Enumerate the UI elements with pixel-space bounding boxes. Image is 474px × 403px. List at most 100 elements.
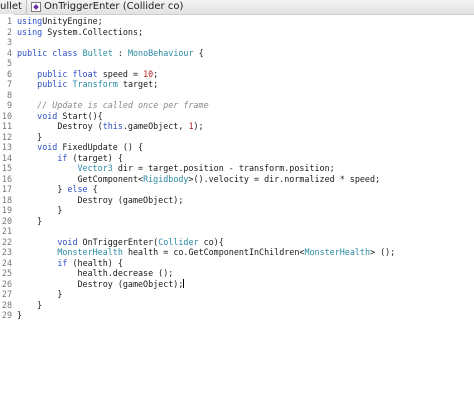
code-line[interactable]: 14 if (target) { (0, 153, 474, 164)
code-token: 10 (143, 68, 154, 79)
breadcrumb-file[interactable]: ullet (0, 1, 22, 12)
code-text: GetComponent<Rigidbody>().velocity = dir… (17, 173, 381, 185)
code-token: > (); (370, 247, 396, 257)
code-line[interactable]: 4 public class Bullet : MonoBehaviour { (0, 48, 474, 59)
code-line[interactable]: 29} (0, 310, 474, 321)
code-token: Collider (158, 236, 199, 247)
code-line[interactable]: 19 } (0, 205, 474, 216)
code-text: // Update is called once per frame (17, 100, 209, 111)
code-line[interactable]: 7 public Transform target; (0, 79, 474, 90)
code-text: void Start(){ (17, 111, 103, 122)
code-text: } (17, 289, 62, 300)
code-line[interactable]: 3 (0, 37, 474, 48)
code-token: { (87, 184, 98, 194)
code-token: public float (37, 68, 98, 79)
code-line[interactable]: 18 Destroy (gameObject); (0, 195, 474, 206)
code-text: public float speed = 10; (17, 69, 158, 80)
code-line[interactable]: 11 Destroy (this.gameObject, 1); (0, 121, 474, 132)
line-number: 10 (1, 110, 12, 121)
code-token: health.decrease (); (17, 268, 174, 278)
code-token: } (17, 131, 43, 142)
line-number: 18 (1, 194, 12, 205)
code-line[interactable]: 20 } (0, 216, 474, 227)
code-token: } (17, 205, 63, 215)
code-text: if (target) { (17, 153, 123, 164)
code-line[interactable]: 16 GetComponent<Rigidbody>().velocity = … (0, 174, 474, 185)
code-token: GetComponent< (17, 173, 144, 184)
code-text: void OnTriggerEnter(Collider co){ (17, 236, 223, 248)
code-line[interactable]: 27 } (0, 289, 474, 300)
code-line[interactable]: 10 void Start(){ (0, 111, 474, 122)
line-number: 5 (6, 58, 12, 68)
code-text: health.decrease (); (17, 268, 174, 279)
line-number: 26 (1, 278, 12, 289)
code-token: if (57, 257, 68, 268)
code-token: MonoBehaviour (127, 47, 194, 58)
line-number: 21 (1, 226, 12, 236)
code-line[interactable]: 5 (0, 58, 474, 69)
code-text: } else { (17, 184, 98, 195)
code-line[interactable]: 15 Vector3 dir = target.position - trans… (0, 163, 474, 174)
line-number: 25 (1, 268, 12, 278)
line-number: 13 (1, 142, 12, 152)
code-text: if (health) { (17, 258, 123, 269)
code-line[interactable]: 23 MonsterHealth health = co.GetComponen… (0, 247, 474, 258)
line-number: 28 (1, 299, 12, 310)
text-caret (183, 278, 185, 288)
code-text: } (17, 205, 62, 216)
code-token: Rigidbody (143, 173, 189, 184)
code-text: } (17, 300, 42, 311)
code-token: Transform (72, 79, 118, 89)
code-token: using (17, 26, 43, 37)
code-token: System.Collections; (42, 26, 144, 37)
code-token: OnTriggerEnter( (77, 236, 159, 247)
code-line[interactable]: 12 } (0, 132, 474, 143)
code-text: } (17, 216, 42, 227)
line-number: 3 (6, 37, 12, 47)
code-text: Destroy (this.gameObject, 1); (17, 121, 204, 132)
code-line[interactable]: 17 } else { (0, 184, 474, 195)
code-line[interactable]: 22 void OnTriggerEnter(Collider co){ (0, 237, 474, 248)
code-token: // Update is called once per frame (37, 100, 209, 110)
code-token: public class (17, 47, 78, 58)
code-token: FixedUpdate () { (57, 142, 144, 152)
line-number: 2 (6, 26, 12, 37)
code-token: .gameObject, (122, 121, 189, 131)
code-line[interactable]: 28 } (0, 300, 474, 311)
code-text: Destroy (gameObject); (17, 278, 185, 290)
breadcrumb-separator (26, 0, 27, 14)
line-number: 12 (1, 131, 12, 142)
line-number: 4 (6, 47, 12, 58)
code-line[interactable]: 1 usingUnityEngine; (0, 16, 474, 27)
code-line[interactable]: 6 public float speed = 10; (0, 69, 474, 80)
code-line[interactable]: 26 Destroy (gameObject); (0, 278, 474, 290)
code-token: MonsterHealth (57, 247, 123, 257)
code-text: void FixedUpdate () { (17, 142, 143, 153)
code-line[interactable]: 24 if (health) { (0, 258, 474, 269)
code-token: if (57, 152, 68, 163)
code-line[interactable]: 21 (0, 226, 474, 237)
code-text: } (17, 310, 22, 321)
line-number: 17 (1, 184, 12, 194)
breadcrumb-method[interactable]: OnTriggerEnter (Collider co) (44, 1, 183, 12)
code-token: health = co.GetComponentInChildren< (122, 247, 305, 257)
code-line[interactable]: 2 using System.Collections; (0, 27, 474, 38)
code-line[interactable]: 25 health.decrease (); (0, 268, 474, 279)
code-line[interactable]: 9 // Update is called once per frame (0, 100, 474, 111)
line-number: 19 (1, 205, 12, 215)
code-editor[interactable]: 1 usingUnityEngine; 2 using System.Collecti… (0, 14, 474, 403)
code-line[interactable]: 8 (0, 90, 474, 101)
code-token: (health) { (67, 257, 123, 268)
code-text: MonsterHealth health = co.GetComponentIn… (17, 247, 395, 258)
code-text: Vector3 dir = target.position - transfor… (17, 163, 335, 174)
code-text: Destroy (gameObject); (17, 195, 184, 206)
code-line[interactable]: 13 void FixedUpdate () { (0, 142, 474, 153)
code-token: } (17, 289, 63, 299)
code-token: ); (193, 121, 204, 131)
code-text: } (17, 132, 42, 143)
